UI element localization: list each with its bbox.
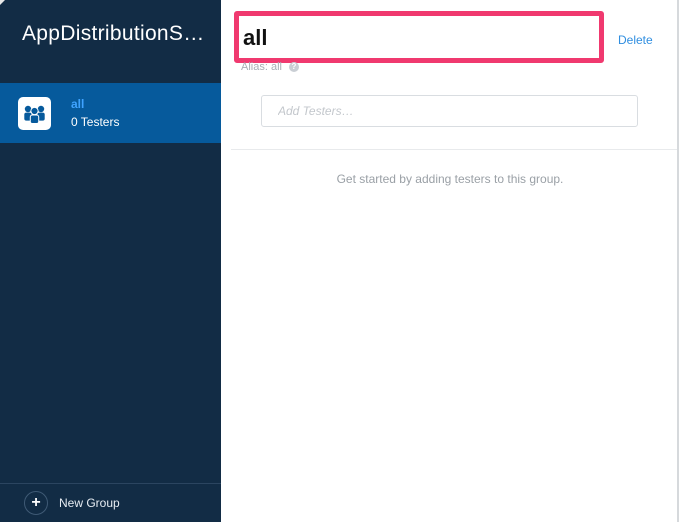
group-name-field-highlight: [234, 11, 604, 63]
group-icon: [18, 97, 51, 130]
alias-row: Alias: all ?: [241, 61, 299, 73]
app-title: AppDistributionS…: [22, 22, 205, 45]
delete-group-button[interactable]: Delete: [618, 33, 653, 47]
add-testers-input[interactable]: [261, 95, 638, 127]
group-name: all: [71, 97, 85, 111]
corner-mark: [0, 0, 5, 5]
help-icon[interactable]: ?: [288, 62, 299, 72]
plus-icon: +: [24, 491, 48, 515]
group-detail-panel: Delete Alias: all ? Get started by addin…: [221, 0, 679, 522]
group-name-input[interactable]: [243, 22, 583, 54]
alias-label: Alias: all: [241, 61, 282, 73]
empty-state-message: Get started by adding testers to this gr…: [336, 172, 564, 186]
new-group-button[interactable]: + New Group: [0, 483, 221, 522]
app-window: AppDistributionS… all 0 Testers + New Gr…: [0, 0, 679, 522]
sidebar: AppDistributionS… all 0 Testers + New Gr…: [0, 0, 221, 522]
new-group-label: New Group: [59, 496, 120, 510]
divider: [231, 149, 679, 150]
sidebar-item-group-all[interactable]: all 0 Testers: [0, 83, 221, 143]
group-tester-count: 0 Testers: [71, 115, 120, 129]
